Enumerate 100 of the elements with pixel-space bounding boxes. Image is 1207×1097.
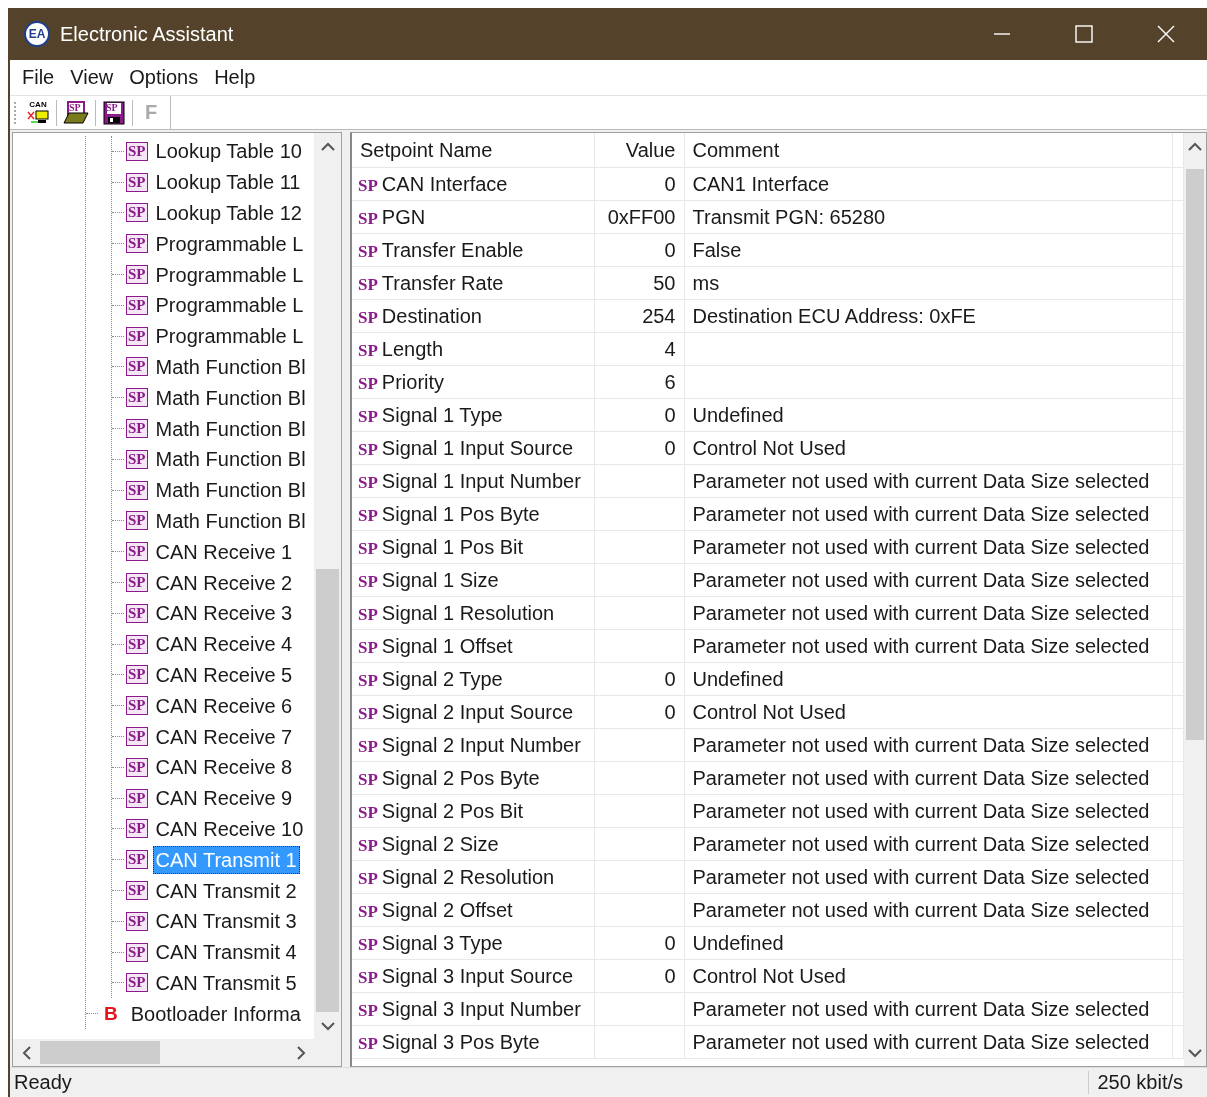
tree-item[interactable]: CAN Receive 10	[152, 814, 307, 843]
value-cell[interactable]: 254	[594, 299, 684, 333]
tree-item[interactable]: CAN Transmit 3	[152, 907, 300, 936]
column-header[interactable]: Value	[594, 133, 684, 168]
status-text: Ready	[14, 1071, 73, 1094]
scroll-up-icon[interactable]	[320, 141, 335, 152]
setpoint-label: SP	[358, 472, 378, 492]
tree-item[interactable]: Lookup Table 10	[152, 137, 305, 166]
comment-cell: Control Not Used	[684, 431, 1172, 465]
tree-item[interactable]: Lookup Table 11	[152, 168, 304, 197]
setpoint-name: Signal 2 Size	[381, 832, 499, 855]
setpoint-label: SP	[358, 340, 378, 360]
tree-item[interactable]: CAN Receive 4	[152, 630, 296, 659]
setpoint-badge: SP	[126, 511, 148, 531]
setpoint-badge: SP	[126, 542, 148, 562]
setpoint-label: SP	[358, 373, 378, 393]
connect-button[interactable]: CAN	[23, 97, 53, 128]
value-cell[interactable]: 0	[594, 662, 684, 696]
tree-item[interactable]: Bootloader Informa	[127, 999, 304, 1028]
setpoint-label: SP	[358, 802, 378, 822]
setpoint-name: Signal 1 Type	[381, 403, 503, 426]
value-cell[interactable]: 0	[594, 926, 684, 960]
maximize-icon[interactable]	[1075, 25, 1093, 43]
value-cell[interactable]: 0	[594, 959, 684, 993]
value-cell[interactable]: 0	[594, 695, 684, 729]
value-cell[interactable]: 4	[594, 332, 684, 366]
bootloader-label: B	[104, 1002, 118, 1025]
tree-item[interactable]: CAN Receive 3	[152, 599, 296, 628]
column-header[interactable]: Setpoint Name	[352, 133, 594, 168]
value-cell[interactable]: 0	[594, 398, 684, 432]
scroll-right-icon[interactable]	[295, 1045, 306, 1060]
comment-cell: Undefined	[684, 398, 1172, 432]
tree-item[interactable]: Programmable L	[152, 291, 307, 320]
tree-item[interactable]: CAN Receive 7	[152, 722, 296, 751]
scroll-left-icon[interactable]	[21, 1045, 32, 1060]
setpoint-name: Signal 2 Pos Bit	[381, 799, 524, 822]
tree-item[interactable]: Math Function Bl	[152, 352, 309, 381]
tree-item[interactable]: Math Function Bl	[152, 445, 309, 474]
comment-cell: Transmit PGN: 65280	[684, 200, 1172, 234]
value-cell[interactable]: 0	[594, 431, 684, 465]
setpoint-label: SP	[358, 703, 378, 723]
scroll-down-icon[interactable]	[1188, 1047, 1202, 1058]
tree-item[interactable]: CAN Receive 5	[152, 660, 296, 689]
tree-item[interactable]: Math Function Bl	[152, 414, 309, 443]
close-icon[interactable]	[1157, 25, 1175, 43]
column-header[interactable]: Comment	[684, 133, 1172, 168]
comment-cell: ms	[684, 266, 1172, 300]
menu-item[interactable]: Help	[206, 66, 264, 89]
comment-cell: CAN1 Interface	[684, 167, 1172, 201]
tree-item[interactable]: CAN Receive 2	[152, 568, 296, 597]
setpoint-name: Signal 2 Input Source	[381, 700, 574, 723]
save-setpoints-button[interactable]: SP	[99, 97, 129, 128]
setpoint-label: SP	[358, 1033, 378, 1053]
setpoint-label: SP	[358, 505, 378, 525]
setpoint-label: SP	[358, 868, 378, 888]
tree-item[interactable]: CAN Transmit 5	[152, 968, 300, 997]
comment-cell: Parameter not used with current Data Size selected	[684, 992, 1172, 1026]
setpoint-badge: SP	[126, 449, 148, 469]
menu-item[interactable]: File	[14, 66, 63, 89]
setpoint-label: SP	[358, 208, 378, 228]
scrollbar-thumb[interactable]	[40, 1041, 160, 1064]
value-cell[interactable]: 6	[594, 365, 684, 399]
open-setpoints-button[interactable]: SP	[60, 97, 92, 128]
tree-item[interactable]: CAN Transmit 4	[152, 938, 300, 967]
tree-item[interactable]: CAN Receive 1	[152, 537, 296, 566]
scrollbar-thumb[interactable]	[1186, 168, 1204, 741]
scroll-down-icon[interactable]	[320, 1020, 335, 1031]
tree-item[interactable]: CAN Transmit 2	[152, 876, 300, 905]
comment-cell: False	[684, 233, 1172, 267]
setpoint-name: Signal 2 Input Number	[381, 733, 581, 756]
tree-item[interactable]: Math Function Bl	[152, 383, 309, 412]
menu-item[interactable]: Options	[121, 66, 207, 89]
network-computer-icon	[27, 110, 49, 124]
tree-item[interactable]: Programmable L	[152, 260, 307, 289]
folder-icon	[63, 100, 89, 125]
menu-item[interactable]: View	[62, 66, 122, 89]
setpoint-label: SP	[358, 835, 378, 855]
value-cell[interactable]: 0xFF00	[594, 200, 684, 234]
tree-item[interactable]: CAN Receive 6	[152, 691, 296, 720]
setpoint-name: Signal 1 Resolution	[381, 601, 555, 624]
tree-item[interactable]: Math Function Bl	[152, 476, 309, 505]
scrollbar-thumb[interactable]	[316, 568, 339, 1012]
setpoint-name: Signal 3 Type	[381, 931, 503, 954]
tree-item[interactable]: CAN Receive 9	[152, 784, 296, 813]
tree-item[interactable]: Lookup Table 12	[152, 199, 305, 227]
value-cell[interactable]: 0	[594, 167, 684, 201]
setpoint-name: Signal 3 Input Number	[381, 997, 581, 1020]
setpoint-label: SP	[358, 934, 378, 954]
value-cell[interactable]: 50	[594, 266, 684, 300]
scroll-up-icon[interactable]	[1188, 141, 1202, 152]
tree-item[interactable]: Math Function Bl	[152, 506, 309, 535]
value-cell[interactable]: 0	[594, 233, 684, 267]
tree-item[interactable]: CAN Receive 8	[152, 753, 296, 782]
setpoint-label: SP	[358, 571, 378, 591]
comment-cell: Parameter not used with current Data Size selected	[684, 893, 1172, 927]
setpoint-label: SP	[358, 439, 378, 459]
tree-item[interactable]: Programmable L	[152, 229, 307, 258]
setpoint-label: SP	[358, 307, 378, 327]
tree-item[interactable]: Programmable L	[152, 322, 307, 351]
setpoint-badge: SP	[126, 326, 148, 346]
